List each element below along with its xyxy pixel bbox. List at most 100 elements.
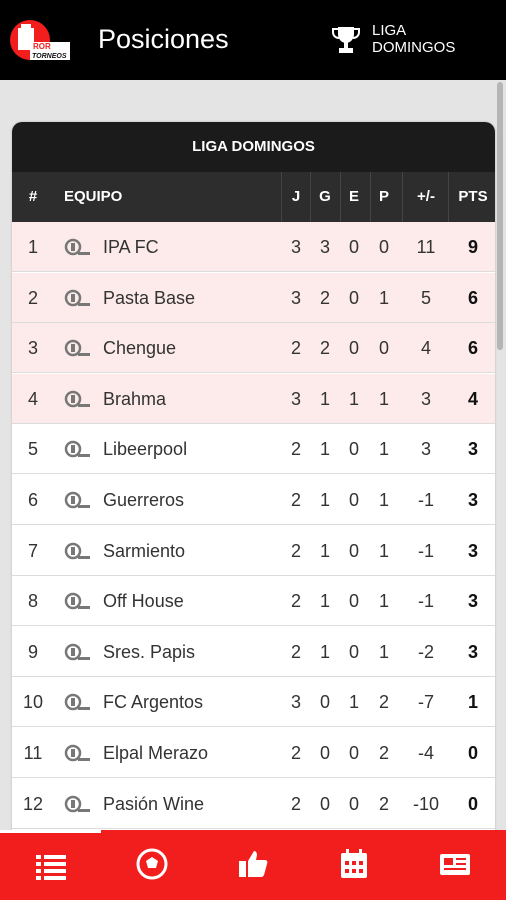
table-row[interactable]: 5 2 1 0 1 3 3 Libeerpool <box>12 424 495 475</box>
team-shield-icon <box>64 390 90 408</box>
drawn-cell: 0 <box>348 287 359 308</box>
drawn-cell: 0 <box>348 338 359 359</box>
goal-diff-cell: -1 <box>417 490 434 510</box>
goal-diff-cell: 4 <box>420 338 431 359</box>
played-cell: 2 <box>290 793 301 814</box>
scrollbar[interactable] <box>497 82 503 350</box>
nav-news[interactable] <box>404 830 505 900</box>
header-divider <box>402 172 403 222</box>
drawn-cell: 0 <box>348 540 359 561</box>
goal-diff-cell: 3 <box>420 388 431 409</box>
won-cell: 3 <box>319 237 330 257</box>
position-cell: 11 <box>23 743 43 763</box>
trophy-icon <box>332 27 360 53</box>
col-header-points: PTS <box>458 188 488 205</box>
table-row[interactable]: 11 2 0 0 2 -4 0 Elpal Merazo <box>12 728 495 778</box>
logo-text-torneos: TORNEOS <box>32 53 67 60</box>
position-cell: 8 <box>27 591 38 612</box>
nav-matches[interactable] <box>101 830 202 900</box>
drawn-cell: 0 <box>348 793 359 814</box>
drawn-cell: 0 <box>348 439 359 460</box>
table-row[interactable]: 2 3 2 0 1 5 6 Pasta Base <box>12 272 495 323</box>
drawn-cell: 0 <box>348 743 359 763</box>
goal-diff-cell: -10 <box>412 793 439 814</box>
position-cell: 3 <box>27 338 38 359</box>
team-shield-icon <box>64 441 90 458</box>
points-cell: 3 <box>467 439 478 460</box>
drawn-cell: 0 <box>348 237 359 257</box>
col-header-drawn: E <box>348 188 359 205</box>
league-selector[interactable]: LIGA DOMINGOS <box>330 22 480 62</box>
soccer-ball-icon <box>136 848 168 880</box>
table-row[interactable]: 7 2 1 0 1 -1 3 Sarmiento <box>12 526 495 576</box>
won-cell: 1 <box>319 388 330 409</box>
nav-favorites[interactable] <box>202 830 303 900</box>
goal-diff-cell: 11 <box>416 237 436 257</box>
lost-cell: 1 <box>378 591 389 612</box>
lost-cell: 0 <box>378 237 389 257</box>
bottom-nav <box>0 830 506 900</box>
team-shield-icon <box>64 289 90 306</box>
team-shield-icon <box>64 744 90 762</box>
nav-standings[interactable] <box>0 830 101 900</box>
page-title: Posiciones <box>98 24 229 54</box>
team-name: Chengue <box>103 338 177 359</box>
lost-cell: 1 <box>378 490 389 510</box>
col-header-played: J <box>291 188 301 205</box>
points-cell: 3 <box>467 591 478 612</box>
drawn-cell: 1 <box>348 692 359 713</box>
played-cell: 2 <box>290 338 301 359</box>
lost-cell: 2 <box>378 743 389 763</box>
points-cell: 6 <box>467 287 478 308</box>
team-name: FC Argentos <box>103 692 204 713</box>
played-cell: 2 <box>290 591 301 612</box>
table-row[interactable]: 1 3 3 0 0 11 9 IPA FC <box>12 222 495 272</box>
team-name: IPA FC <box>103 237 159 257</box>
header-divider <box>370 172 371 222</box>
played-cell: 3 <box>290 692 301 713</box>
logo-text-ror: ROR <box>33 42 51 51</box>
won-cell: 1 <box>319 591 330 612</box>
team-name: Guerreros <box>103 490 185 510</box>
table-row[interactable]: 6 2 1 0 1 -1 3 Guerreros <box>12 475 495 525</box>
drawn-cell: 0 <box>348 490 359 510</box>
table-row[interactable]: 9 2 1 0 1 -2 3 Sres. Papis <box>12 627 495 677</box>
played-cell: 2 <box>290 743 301 763</box>
won-cell: 1 <box>319 490 330 510</box>
points-cell: 4 <box>467 388 478 409</box>
position-cell: 10 <box>22 692 44 713</box>
header-divider <box>281 172 282 222</box>
played-cell: 2 <box>290 439 301 460</box>
team-shield-icon <box>64 542 90 559</box>
team-name: Sres. Papis <box>103 641 196 662</box>
position-cell: 9 <box>27 641 38 662</box>
table-row[interactable]: 8 2 1 0 1 -1 3 Off House <box>12 576 495 627</box>
nav-calendar[interactable] <box>303 830 404 900</box>
lost-cell: 1 <box>378 439 389 460</box>
goal-diff-cell: 5 <box>420 287 431 308</box>
points-cell: 0 <box>467 743 478 763</box>
table-row[interactable]: 12 2 0 0 2 -10 0 Pasión Wine <box>12 779 495 829</box>
col-header-goal-diff: +/- <box>417 188 435 205</box>
league-table-title: LIGA DOMINGOS <box>12 122 495 172</box>
team-shield-icon <box>64 238 90 256</box>
ror-torneos-logo[interactable]: ROR TORNEOS <box>10 16 72 64</box>
table-row[interactable]: 3 2 2 0 0 4 6 Chengue <box>12 323 495 374</box>
points-cell: 3 <box>467 490 478 510</box>
col-header-won: G <box>319 188 331 205</box>
played-cell: 2 <box>290 641 301 662</box>
won-cell: 0 <box>319 743 330 763</box>
col-header-lost: P <box>378 188 389 205</box>
table-row[interactable]: 10 3 0 1 2 -7 1 FC Argentos <box>12 677 495 728</box>
points-cell: 3 <box>467 641 478 662</box>
app-header: ROR TORNEOS Posiciones LIGA DOMINGOS <box>0 0 506 80</box>
standings-list-icon <box>36 855 66 880</box>
position-cell: 4 <box>27 388 38 409</box>
points-cell: 0 <box>467 793 478 814</box>
header-divider <box>340 172 341 222</box>
table-header: # EQUIPO J G E P +/- PTS <box>12 172 495 222</box>
team-shield-icon <box>64 795 90 812</box>
won-cell: 2 <box>319 338 330 359</box>
table-row[interactable]: 4 3 1 1 1 3 4 Brahma <box>12 373 495 424</box>
position-cell: 1 <box>27 237 38 257</box>
